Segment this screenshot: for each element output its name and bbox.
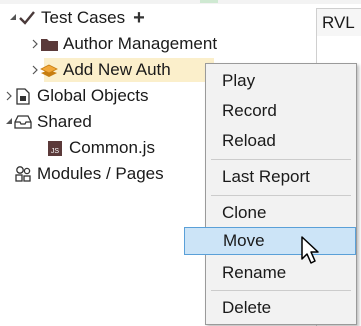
menu-item-rename[interactable]: Rename	[206, 259, 356, 287]
expand-arrow-icon[interactable]	[30, 32, 40, 56]
tree-label-shared: Shared	[37, 112, 92, 131]
menu-separator	[211, 290, 351, 291]
menu-separator	[211, 159, 351, 160]
tree-node-common-js[interactable]: JS Common.js	[46, 136, 155, 160]
tree-node-add-new-author[interactable]: Add New Auth	[0, 58, 214, 82]
menu-item-play[interactable]: Play	[206, 67, 356, 95]
tree-label-add-new-author: Add New Auth	[63, 60, 171, 79]
modules-icon	[14, 165, 32, 183]
collapse-arrow-icon[interactable]	[4, 110, 14, 134]
menu-item-reload[interactable]: Reload	[206, 127, 356, 155]
tree-node-global-objects[interactable]: Global Objects	[4, 84, 149, 108]
menu-item-move[interactable]: Move	[184, 227, 356, 255]
menu-item-record[interactable]: Record	[206, 97, 356, 125]
tree-label-test-cases: Test Cases	[41, 8, 126, 27]
tree-node-test-cases[interactable]: Test Cases +	[8, 6, 145, 30]
mouse-cursor-icon	[301, 236, 319, 264]
tree-label-author-management: Author Management	[63, 34, 218, 53]
svg-text:JS: JS	[51, 148, 60, 155]
tree-node-modules-pages[interactable]: Modules / Pages	[14, 162, 164, 186]
menu-item-delete[interactable]: Delete	[206, 294, 356, 322]
checkmark-icon	[18, 9, 36, 27]
expand-arrow-icon[interactable]	[4, 84, 14, 108]
js-file-icon: JS	[46, 139, 64, 157]
tree-label-global-objects: Global Objects	[37, 86, 149, 105]
tab-rvl[interactable]: RVL	[316, 8, 361, 36]
tree-label-common-js: Common.js	[69, 138, 155, 157]
expand-arrow-icon[interactable]	[30, 58, 40, 82]
add-test-case-button[interactable]: +	[133, 8, 145, 28]
menu-item-last-report[interactable]: Last Report	[206, 163, 356, 191]
folder-icon	[40, 35, 58, 53]
tree-node-shared[interactable]: Shared	[4, 110, 92, 134]
layers-icon	[40, 61, 58, 79]
document-icon	[14, 87, 32, 105]
collapse-arrow-icon[interactable]	[8, 6, 18, 30]
tree-label-modules-pages: Modules / Pages	[37, 164, 164, 183]
tree-node-author-management[interactable]: Author Management	[30, 32, 217, 56]
context-menu: Play Record Reload Last Report Clone Mov…	[184, 63, 357, 325]
menu-separator	[211, 195, 351, 196]
menu-item-clone[interactable]: Clone	[206, 199, 356, 227]
tray-icon	[14, 113, 32, 131]
